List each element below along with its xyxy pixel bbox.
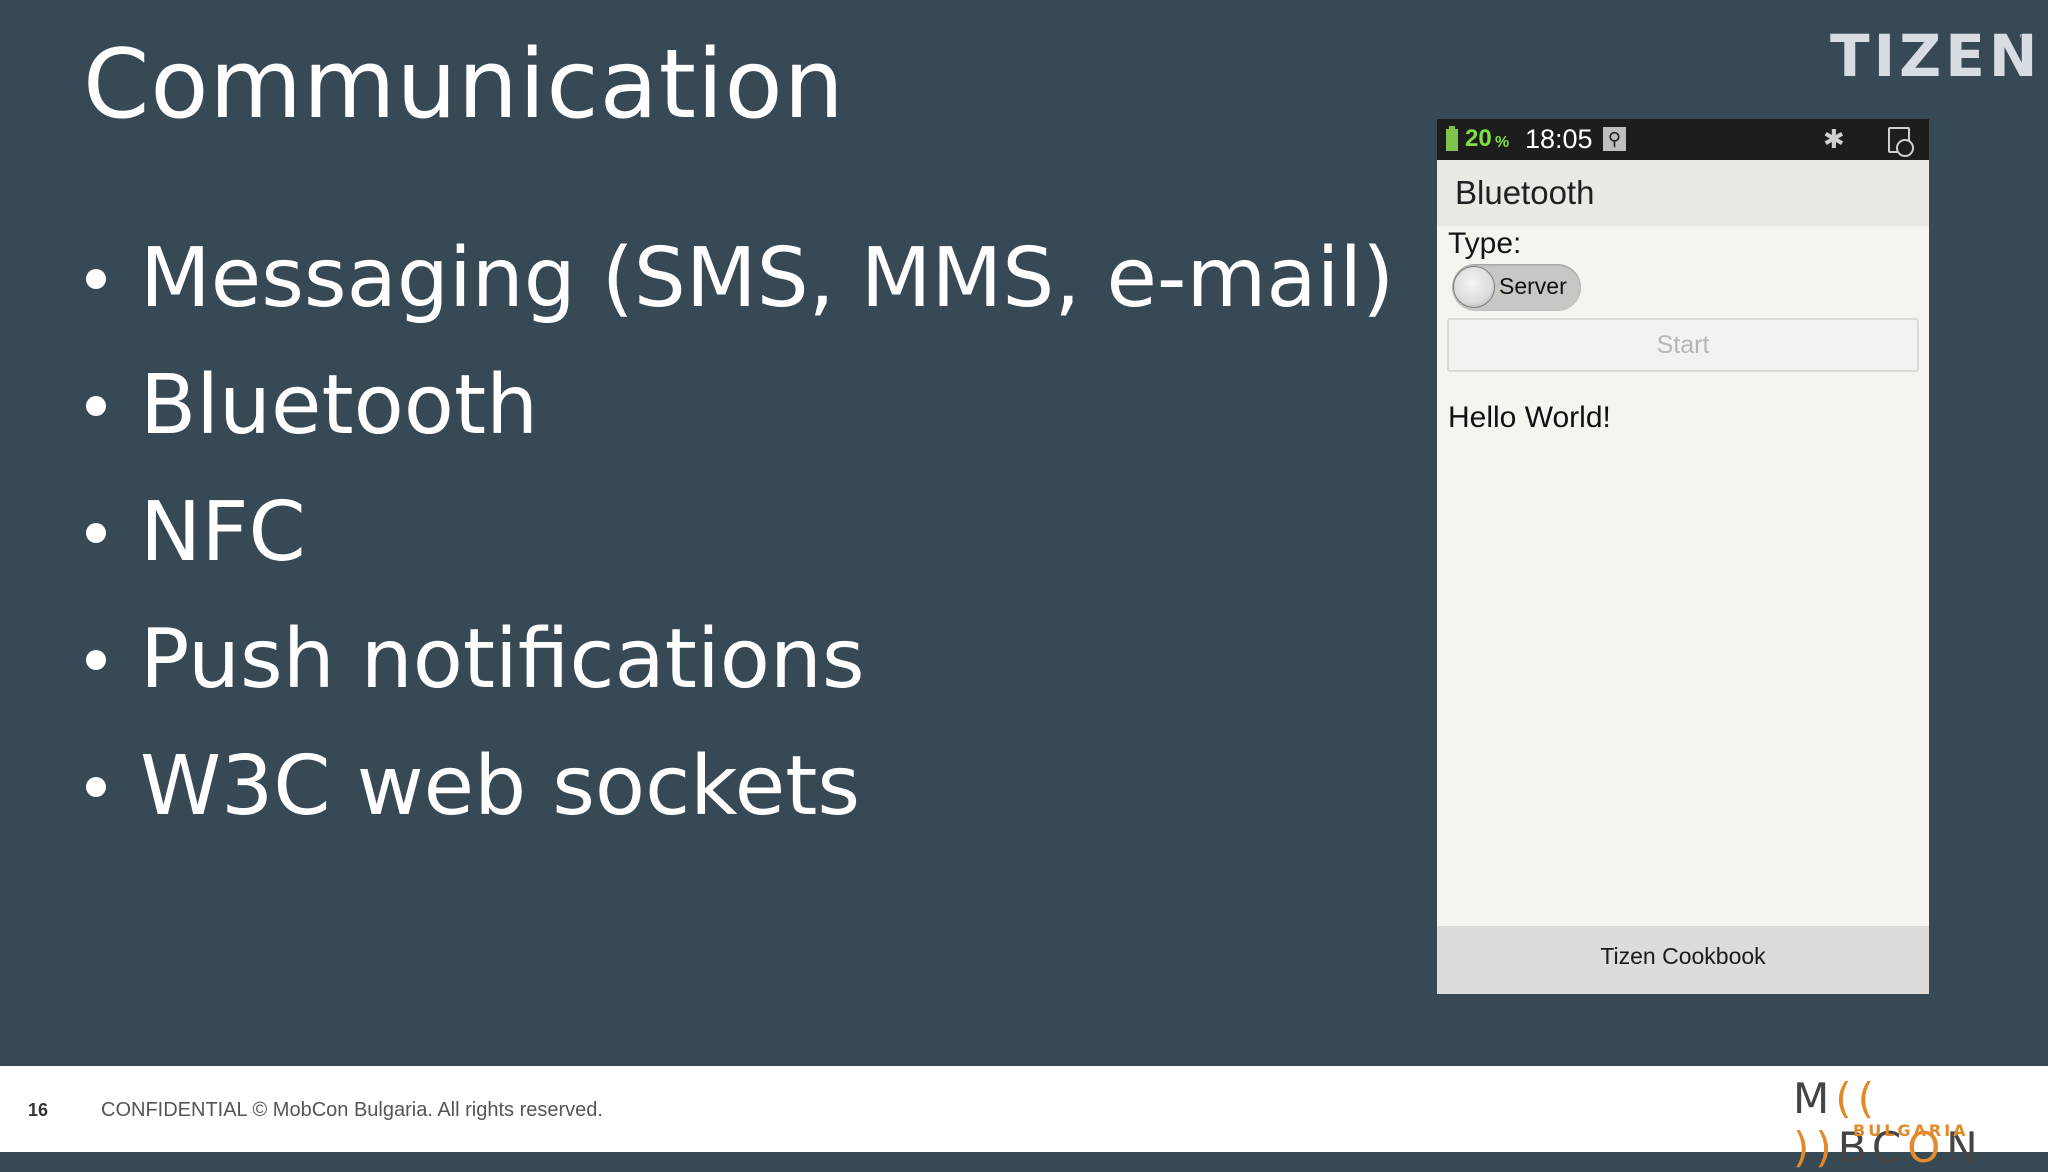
phone-screenshot: 20 % 18:05 ⚲ ✱ Bluetooth Type: Server St…	[1437, 119, 1929, 994]
trademark-mark: ™	[2018, 34, 2028, 45]
bullet-item: Messaging (SMS, MMS, e-mail)	[80, 215, 1394, 342]
bullet-dot-icon	[86, 522, 106, 543]
server-toggle[interactable]: Server	[1452, 264, 1581, 311]
battery-unit: %	[1495, 134, 1510, 151]
type-label: Type:	[1448, 227, 1522, 260]
bullet-item: Push notifications	[80, 596, 1394, 723]
bullet-dot-icon	[86, 268, 106, 289]
hello-message: Hello World!	[1448, 401, 1611, 434]
footer-title: Tizen Cookbook	[1600, 943, 1766, 969]
bullet-text: NFC	[140, 484, 306, 580]
bullet-text: Push notifications	[140, 611, 865, 707]
bullet-dot-icon	[86, 395, 106, 416]
sd-card-icon	[1888, 127, 1914, 157]
confidential-notice: CONFIDENTIAL © MobCon Bulgaria. All righ…	[101, 1099, 603, 1121]
bullet-item: NFC	[80, 469, 1394, 596]
app-title: Bluetooth	[1455, 174, 1595, 211]
toggle-label: Server	[1499, 273, 1567, 299]
bullet-item: W3C web sockets	[80, 723, 1394, 850]
battery-icon	[1446, 129, 1458, 151]
bullet-dot-icon	[86, 649, 106, 670]
slide-title: Communication	[83, 30, 845, 140]
tizen-logo: TIZEN	[1830, 22, 2042, 90]
toggle-knob[interactable]	[1453, 266, 1495, 308]
battery-percent: 20	[1465, 125, 1492, 152]
bullet-dot-icon	[86, 776, 106, 797]
app-header: Bluetooth	[1437, 160, 1929, 226]
status-time: 18:05	[1525, 124, 1593, 154]
bullet-text: Bluetooth	[140, 357, 539, 453]
bottom-bar: 16 CONFIDENTIAL © MobCon Bulgaria. All r…	[0, 1066, 2048, 1172]
logo-part: M	[1793, 1074, 1836, 1123]
bullet-list: Messaging (SMS, MMS, e-mail) Bluetooth N…	[80, 215, 1394, 850]
usb-icon: ⚲	[1603, 127, 1626, 151]
start-button[interactable]: Start	[1447, 318, 1919, 372]
bullet-item: Bluetooth	[80, 342, 1394, 469]
page-number: 16	[28, 1100, 49, 1120]
bullet-text: W3C web sockets	[140, 738, 861, 834]
bullet-text: Messaging (SMS, MMS, e-mail)	[140, 230, 1395, 326]
app-footer: Tizen Cookbook	[1437, 926, 1929, 994]
bluetooth-icon: ✱	[1823, 124, 1845, 154]
mobcon-subtitle: BULGARIA	[1853, 1121, 1969, 1140]
status-bar: 20 % 18:05 ⚲ ✱	[1437, 119, 1929, 160]
